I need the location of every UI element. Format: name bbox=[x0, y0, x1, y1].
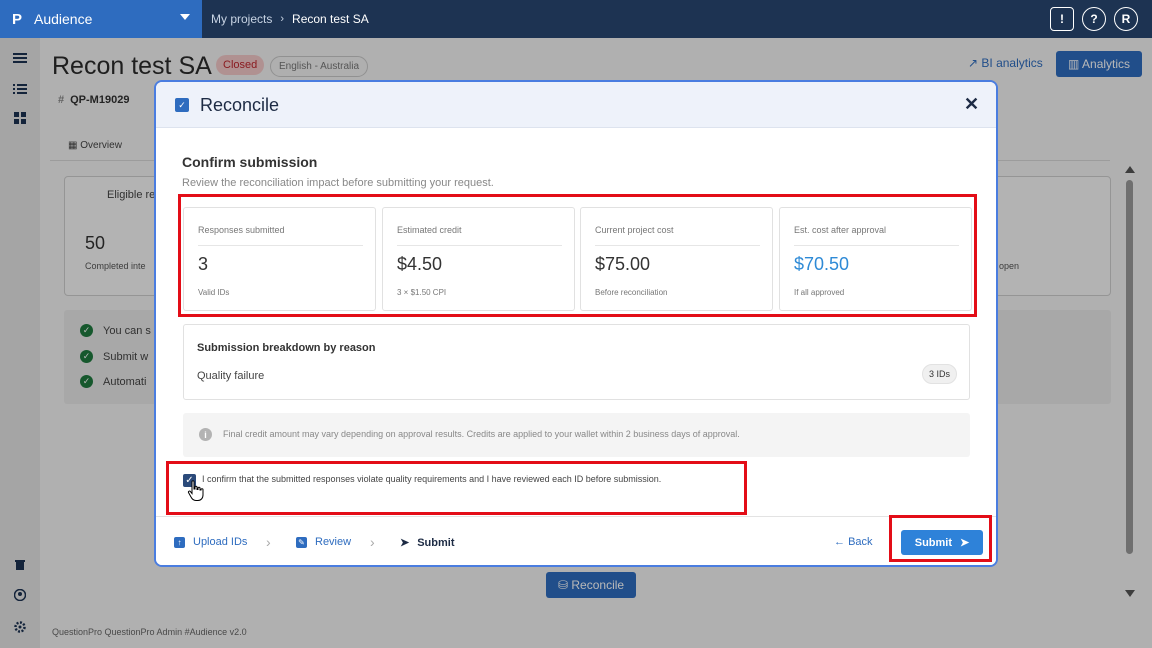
back-label: Back bbox=[848, 536, 873, 548]
brand-logo-icon: P bbox=[12, 10, 23, 28]
close-icon[interactable]: ✕ bbox=[964, 94, 979, 115]
breakdown-panel: Submission breakdown by reason Quality f… bbox=[183, 324, 970, 400]
app-name: Audience bbox=[34, 11, 93, 27]
top-actions: ! ? R bbox=[1050, 7, 1138, 31]
section-title: Confirm submission bbox=[182, 154, 318, 170]
step-label: Review bbox=[315, 536, 352, 548]
arrow-left-icon: ← bbox=[834, 536, 849, 548]
help-icon[interactable]: ? bbox=[1082, 7, 1106, 31]
upload-icon: ↑ bbox=[174, 536, 185, 548]
review-icon: ✎ bbox=[296, 536, 307, 548]
section-subtitle: Review the reconciliation impact before … bbox=[182, 177, 494, 189]
step-submit[interactable]: ➤ Submit bbox=[400, 536, 455, 550]
breadcrumb: My projects › Recon test SA bbox=[211, 12, 369, 26]
step-label: Submit bbox=[417, 536, 455, 549]
breadcrumb-my-projects[interactable]: My projects bbox=[211, 12, 272, 26]
breadcrumb-current: Recon test SA bbox=[292, 12, 369, 26]
back-button[interactable]: ← Back bbox=[834, 536, 873, 548]
modal-title: Reconcile bbox=[200, 95, 280, 115]
step-upload-ids[interactable]: ↑ Upload IDs bbox=[174, 536, 247, 548]
feedback-icon[interactable]: ! bbox=[1050, 7, 1074, 31]
modal-header: ✓ Reconcile ✕ bbox=[156, 82, 996, 128]
modal-footer: ↑ Upload IDs › ✎ Review › ➤ Submit ← Bac… bbox=[156, 516, 996, 565]
chevron-down-icon bbox=[180, 14, 190, 20]
chevron-right-icon: › bbox=[370, 534, 375, 550]
info-notice: i Final credit amount may vary depending… bbox=[183, 413, 970, 457]
app-switcher[interactable]: P Audience bbox=[0, 0, 202, 38]
highlight-confirm bbox=[166, 461, 747, 515]
highlight-submit bbox=[889, 515, 992, 562]
step-label: Upload IDs bbox=[193, 536, 248, 548]
checklist-icon: ✓ bbox=[175, 98, 189, 112]
breakdown-title: Submission breakdown by reason bbox=[197, 342, 376, 354]
chevron-right-icon: › bbox=[266, 534, 271, 550]
user-avatar[interactable]: R bbox=[1114, 7, 1138, 31]
info-icon: i bbox=[199, 428, 212, 441]
chevron-right-icon: › bbox=[280, 13, 285, 25]
step-review[interactable]: ✎ Review bbox=[296, 536, 351, 548]
top-bar: P Audience My projects › Recon test SA !… bbox=[0, 0, 1152, 38]
info-text: Final credit amount may vary depending o… bbox=[223, 429, 740, 439]
breakdown-reason: Quality failure bbox=[197, 370, 265, 382]
highlight-metrics bbox=[178, 194, 977, 317]
send-icon: ➤ bbox=[400, 537, 410, 549]
breakdown-count-badge: 3 IDs bbox=[921, 364, 957, 384]
